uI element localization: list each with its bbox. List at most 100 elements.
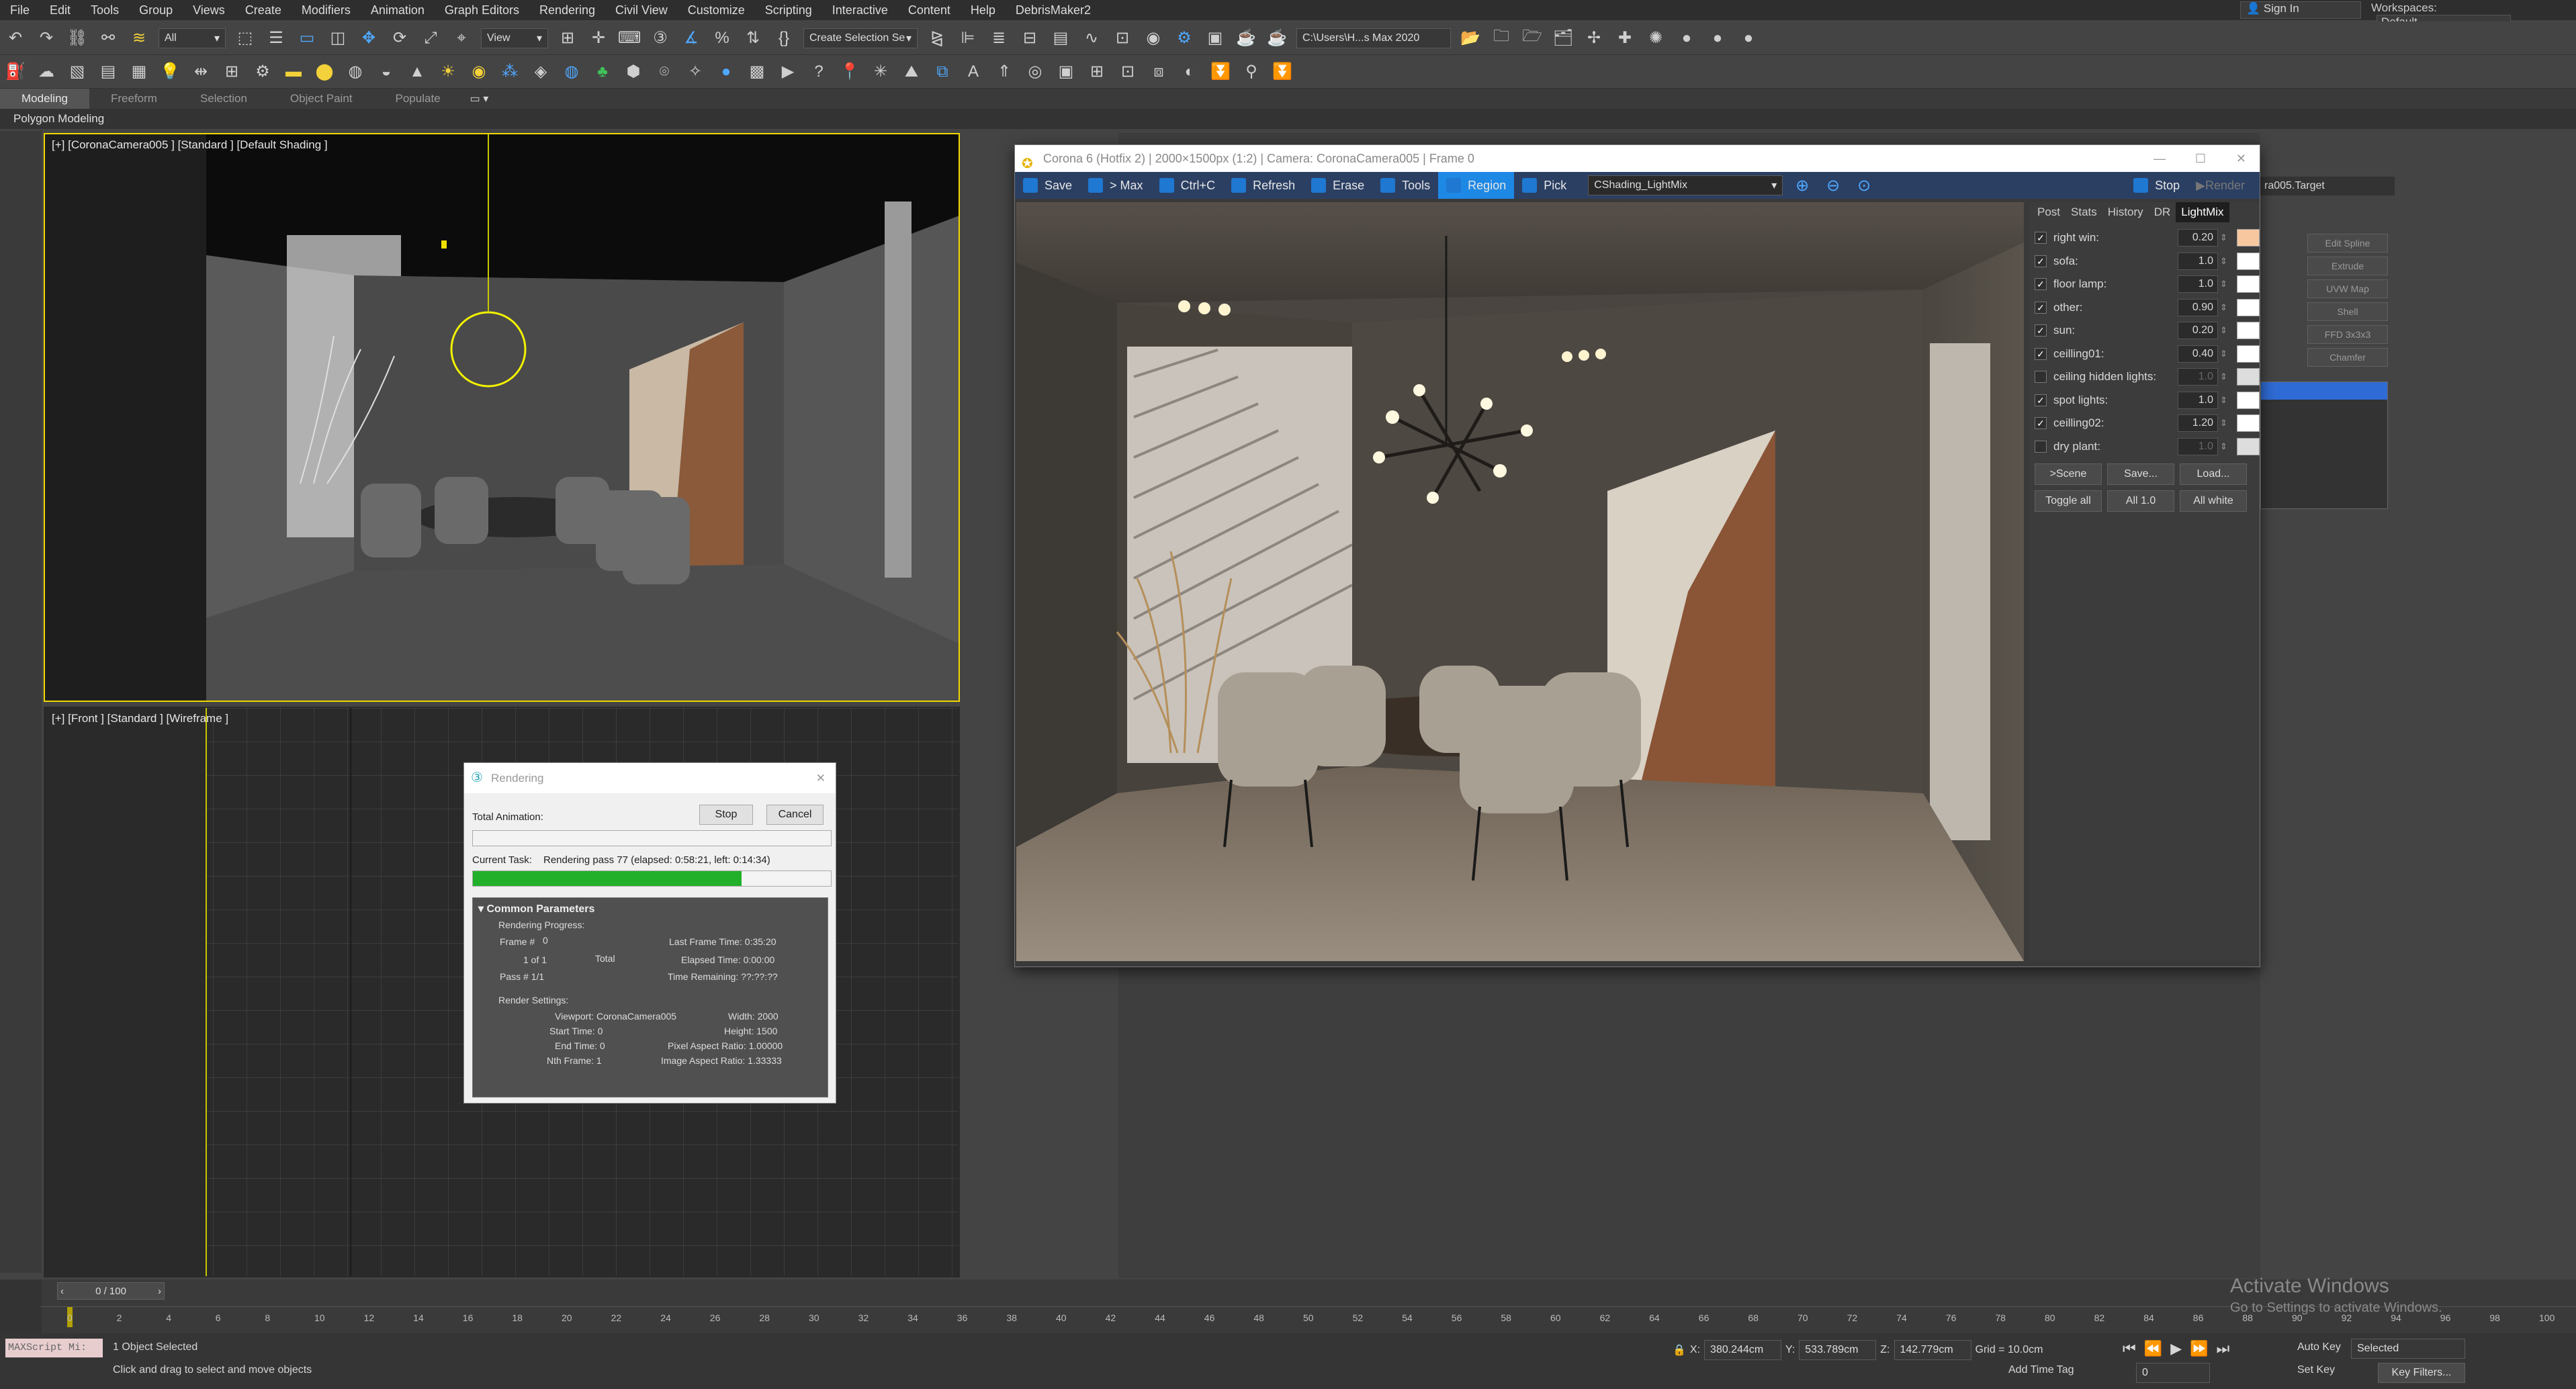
- sun-icon[interactable]: ☀: [437, 60, 459, 83]
- light-color-swatch[interactable]: [2236, 275, 2260, 294]
- unwrap-icon[interactable]: ⊞: [220, 60, 243, 83]
- scene-explorer-icon[interactable]: ⊟: [1018, 27, 1041, 50]
- previous-frame-icon[interactable]: ⏪: [2144, 1340, 2162, 1357]
- eye-icon[interactable]: ◐: [1178, 60, 1201, 83]
- current-frame-field[interactable]: 0: [2136, 1363, 2210, 1383]
- curve-editor-icon[interactable]: ∿: [1080, 27, 1103, 50]
- spinner-icon[interactable]: ⇕: [2220, 395, 2227, 406]
- keyboard-shortcut-icon[interactable]: ⌨: [618, 27, 641, 50]
- ribbon-tab[interactable]: Selection: [179, 89, 269, 109]
- spinner-icon[interactable]: ⇕: [2220, 371, 2227, 382]
- modifier-button[interactable]: UVW Map: [2307, 279, 2388, 298]
- menu-item[interactable]: Graph Editors: [435, 0, 529, 20]
- folder-project-icon[interactable]: 🗂: [1552, 27, 1574, 50]
- lightmix-tab[interactable]: Stats: [2066, 202, 2102, 222]
- vfb-toolbar-button[interactable]: Region: [1438, 172, 1515, 199]
- schematic-view-icon[interactable]: ⊡: [1111, 27, 1134, 50]
- folder-save-icon[interactable]: 🗁: [1521, 27, 1544, 50]
- lightmix-button[interactable]: >Scene: [2035, 463, 2102, 485]
- mesh-icon[interactable]: ⧉: [931, 60, 954, 83]
- spinner-icon[interactable]: ⇕: [2220, 279, 2227, 289]
- select-by-name-icon[interactable]: ☰: [265, 27, 287, 50]
- lightmix-button[interactable]: Load...: [2180, 463, 2247, 485]
- light-sphere-icon[interactable]: ◉: [468, 60, 490, 83]
- light-intensity[interactable]: 1.0: [2178, 368, 2218, 386]
- menu-item[interactable]: Help: [961, 0, 1006, 20]
- move-icon[interactable]: ✥: [357, 27, 380, 50]
- modifier-button[interactable]: Edit Spline: [2307, 234, 2388, 253]
- light-checkbox[interactable]: ✓: [2035, 255, 2047, 267]
- scale-icon[interactable]: ⤢: [419, 27, 442, 50]
- stop-button[interactable]: Stop: [699, 805, 753, 825]
- render-iterative-icon[interactable]: ☕: [1265, 27, 1288, 50]
- menu-item[interactable]: Scripting: [755, 0, 822, 20]
- menu-item[interactable]: Animation: [361, 0, 435, 20]
- circle-icon[interactable]: ●: [1737, 27, 1760, 50]
- time-slider[interactable]: ‹ 0 / 100 ›: [57, 1282, 165, 1300]
- light-checkbox[interactable]: ✓: [2035, 232, 2047, 244]
- modifier-button[interactable]: FFD 3x3x3: [2307, 325, 2388, 344]
- zoom-out-icon[interactable]: ⊖: [1822, 174, 1845, 197]
- cloud-icon[interactable]: ☁: [35, 60, 58, 83]
- cancel-button[interactable]: Cancel: [766, 805, 824, 825]
- frame-icon[interactable]: ⊞: [1085, 60, 1108, 83]
- modifier-stack[interactable]: [2260, 382, 2388, 509]
- fx-icon[interactable]: ✧: [684, 60, 707, 83]
- decal-icon[interactable]: ◈: [529, 60, 552, 83]
- light-checkbox[interactable]: ✓: [2035, 347, 2047, 360]
- arrow-up-icon[interactable]: ⇑: [993, 60, 1016, 83]
- manipulate-icon[interactable]: ✛: [587, 27, 610, 50]
- set-key-button[interactable]: Set Key: [2297, 1364, 2335, 1376]
- grid-icon[interactable]: ▦: [128, 60, 150, 83]
- menu-item[interactable]: Civil View: [605, 0, 678, 20]
- transform-gizmo-icon[interactable]: ✢: [1583, 27, 1605, 50]
- project-path-field[interactable]: C:\Users\H...s Max 2020: [1296, 28, 1451, 48]
- circle-icon[interactable]: ●: [1706, 27, 1729, 50]
- spinner-snap-icon[interactable]: ⇅: [742, 27, 764, 50]
- material-ball-icon[interactable]: ●: [715, 60, 738, 83]
- menu-item[interactable]: Modifiers: [292, 0, 361, 20]
- light-checkbox[interactable]: [2035, 371, 2047, 384]
- selection-set-dropdown[interactable]: Create Selection Se ▾: [803, 28, 918, 48]
- stack-icon[interactable]: ⧈: [1147, 60, 1170, 83]
- text-icon[interactable]: A: [962, 60, 985, 83]
- maximize-icon[interactable]: ☐: [2195, 145, 2206, 172]
- menu-item[interactable]: Interactive: [822, 0, 898, 20]
- proxy-icon[interactable]: ⬢: [622, 60, 645, 83]
- vfb-toolbar-button[interactable]: Refresh: [1223, 172, 1303, 199]
- percent-snap-icon[interactable]: %: [711, 27, 734, 50]
- light-color-swatch[interactable]: [2236, 368, 2260, 386]
- menu-item[interactable]: Rendering: [529, 0, 605, 20]
- corona-icon[interactable]: ✺: [1644, 27, 1667, 50]
- track-bar[interactable]: 0 2 4 6 8 10 12 14 16 18 20 22 24 26 28 30 32 34 36 38 40 42 4…: [40, 1306, 2576, 1333]
- light-checkbox[interactable]: ✓: [2035, 278, 2047, 291]
- image-icon[interactable]: ▧: [66, 60, 89, 83]
- menu-item[interactable]: File: [0, 0, 40, 20]
- light-intensity[interactable]: 0.90: [2178, 298, 2218, 316]
- ring-icon[interactable]: ◎: [1024, 60, 1047, 83]
- chevrons-down-icon[interactable]: ⏬: [1209, 60, 1232, 83]
- light-intensity[interactable]: 1.0: [2178, 391, 2218, 409]
- menu-item[interactable]: Customize: [678, 0, 755, 20]
- teapot-icon[interactable]: ⛽: [4, 60, 27, 83]
- select-object-icon[interactable]: ⬚: [234, 27, 257, 50]
- material-editor-icon[interactable]: ◉: [1142, 27, 1165, 50]
- rotate-icon[interactable]: ⟳: [388, 27, 411, 50]
- object-name-field[interactable]: ra005.Target: [2260, 177, 2395, 195]
- modifier-button[interactable]: Extrude: [2307, 257, 2388, 275]
- viewport-camera[interactable]: [+] [CoronaCamera005 ] [Standard ] [Defa…: [44, 133, 960, 702]
- stop-button[interactable]: Stop: [2125, 172, 2188, 199]
- modifier-stack-selected[interactable]: [2261, 382, 2387, 400]
- modifier-button[interactable]: Chamfer: [2307, 348, 2388, 367]
- z-coordinate[interactable]: 142.779cm: [1894, 1340, 1971, 1360]
- cone-icon[interactable]: ▲: [406, 60, 429, 83]
- light-intensity[interactable]: 1.0: [2178, 437, 2218, 455]
- spinner-icon[interactable]: ⇕: [2220, 349, 2227, 359]
- vfb-toolbar-button[interactable]: Ctrl+C: [1151, 172, 1224, 199]
- pin-icon[interactable]: ⚲: [1240, 60, 1263, 83]
- vfb-toolbar-button[interactable]: > Max: [1080, 172, 1151, 199]
- menu-item[interactable]: Group: [129, 0, 183, 20]
- modifier-button[interactable]: Shell: [2307, 302, 2388, 321]
- light-intensity[interactable]: 1.0: [2178, 252, 2218, 270]
- selection-filter-dropdown[interactable]: All ▾: [159, 28, 226, 48]
